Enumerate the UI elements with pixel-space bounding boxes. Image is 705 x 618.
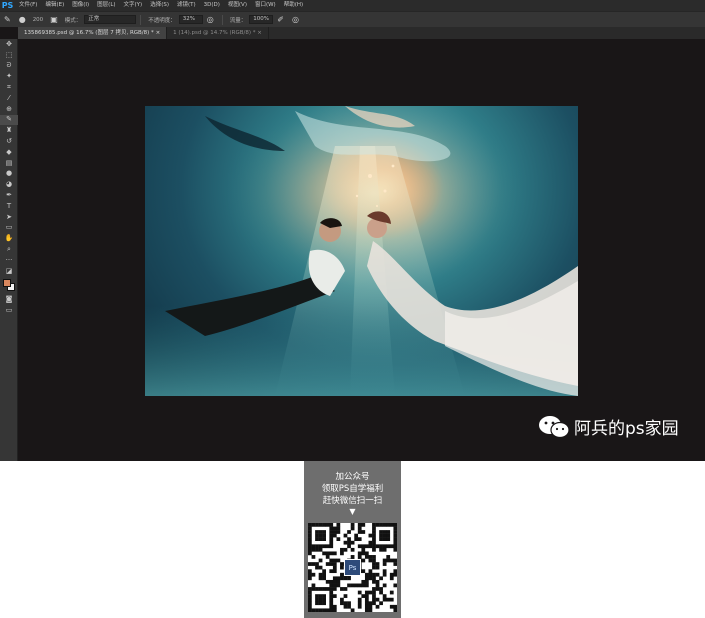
promo-line-3: 赶快微信扫一扫 — [322, 496, 383, 506]
shape-tool-icon[interactable]: ▭ — [0, 223, 18, 234]
separator — [221, 14, 223, 25]
history-brush-tool-icon[interactable]: ↺ — [0, 136, 18, 147]
wechat-icon — [538, 415, 570, 439]
pen-tool-icon[interactable]: ✒ — [0, 190, 18, 201]
default-colors-icon[interactable]: ◪ — [0, 266, 18, 277]
more-tools-icon[interactable]: ··· — [0, 255, 18, 266]
separator — [140, 14, 142, 25]
magic-wand-tool-icon[interactable]: ✦ — [0, 71, 18, 82]
menu-view[interactable]: 视图(V) — [224, 0, 251, 11]
menu-type[interactable]: 文字(Y) — [120, 0, 147, 11]
flow-field[interactable]: 100% — [249, 15, 274, 24]
opacity-label: 不透明度： — [148, 17, 176, 24]
tab-label: 135869385.psd @ 16.7% (图层 7 拷贝, RGB/8) * — [24, 30, 154, 36]
mode-select[interactable]: 正常 — [84, 15, 137, 24]
brush-preset-icon[interactable]: ● — [15, 12, 30, 28]
menu-image[interactable]: 图像(I) — [68, 0, 93, 11]
menu-layer[interactable]: 图层(L) — [93, 0, 119, 11]
blur-tool-icon[interactable]: ● — [0, 169, 18, 180]
gradient-tool-icon[interactable]: ▤ — [0, 158, 18, 169]
watermark: 阿兵的ps家园 — [538, 414, 679, 439]
down-arrow-icon: ▼ — [349, 507, 356, 516]
menu-file[interactable]: 文件(F) — [15, 0, 41, 11]
promo-text: 加公众号 领取PS自学福利 赶快微信扫一扫 ▼ — [304, 461, 401, 516]
crop-tool-icon[interactable]: ⌗ — [0, 82, 18, 93]
opacity-field[interactable]: 32% — [178, 15, 203, 24]
app: PS 文件(F) 编辑(E) 图像(I) 图层(L) 文字(Y) 选择(S) 滤… — [0, 0, 705, 618]
zoom-tool-icon[interactable]: ⌕ — [0, 244, 18, 255]
brush-size-value: 200 — [32, 16, 44, 23]
brush-panel-icon[interactable]: ▣ — [46, 12, 62, 28]
tab-label: 1 (14).psd @ 14.7% (RGB/8) * — [173, 30, 256, 36]
brush-tool-icon[interactable]: ✎ — [0, 12, 15, 28]
promo-line-1: 加公众号 — [335, 472, 370, 482]
lasso-tool-icon[interactable]: ᘐ — [0, 61, 18, 72]
tab-document-2[interactable]: 1 (14).psd @ 14.7% (RGB/8) * × — [167, 27, 269, 39]
options-bar: ✎ ● 200 ▣ 模式： 正常 不透明度： 32% ◎ 流量： 100% ✐ … — [0, 11, 705, 27]
pressure-size-icon[interactable]: ◎ — [288, 12, 303, 28]
mode-label: 模式： — [64, 17, 82, 24]
tab-document-1[interactable]: 135869385.psd @ 16.7% (图层 7 拷贝, RGB/8) *… — [18, 27, 168, 39]
pressure-opacity-icon[interactable]: ◎ — [203, 12, 218, 28]
menu-help[interactable]: 帮助(H) — [280, 0, 307, 11]
eraser-tool-icon[interactable]: ◆ — [0, 147, 18, 158]
ps-logo-icon: Ps — [344, 559, 361, 576]
move-tool-icon[interactable]: ✥ — [0, 39, 18, 50]
underwater-couple-photo — [145, 106, 578, 396]
close-icon[interactable]: × — [156, 30, 161, 36]
marquee-tool-icon[interactable]: ⬚ — [0, 50, 18, 61]
airbrush-icon[interactable]: ✐ — [273, 12, 288, 28]
brush-tool-icon[interactable]: ✎ — [0, 114, 18, 126]
flow-label: 流量： — [229, 17, 247, 24]
ps-logo-icon: PS — [1, 1, 14, 10]
document-tabs: 135869385.psd @ 16.7% (图层 7 拷贝, RGB/8) *… — [18, 27, 705, 39]
healing-brush-tool-icon[interactable]: ⊕ — [0, 104, 18, 115]
menu-filter[interactable]: 滤镜(T) — [173, 0, 200, 11]
dodge-tool-icon[interactable]: ◕ — [0, 179, 18, 190]
watermark-text: 阿兵的ps家园 — [574, 419, 679, 439]
photoshop-window: PS 文件(F) 编辑(E) 图像(I) 图层(L) 文字(Y) 选择(S) 滤… — [0, 0, 705, 461]
eyedropper-tool-icon[interactable]: ⁄ — [0, 93, 18, 104]
close-icon[interactable]: × — [257, 30, 262, 36]
hand-tool-icon[interactable]: ✋ — [0, 233, 18, 244]
qr-code[interactable]: Ps — [308, 523, 398, 613]
tools-panel: ✥ ⬚ ᘐ ✦ ⌗ ⁄ ⊕ ✎ ♜ ↺ ◆ ▤ ● ◕ ✒ T ➤ ▭ ✋ ⌕ … — [0, 39, 18, 461]
clone-stamp-tool-icon[interactable]: ♜ — [0, 125, 18, 136]
path-selection-tool-icon[interactable]: ➤ — [0, 212, 18, 223]
screen-mode-icon[interactable]: ▭ — [0, 305, 18, 316]
menu-select[interactable]: 选择(S) — [146, 0, 173, 11]
foreground-color-swatch[interactable] — [3, 278, 11, 287]
menu-bar: PS 文件(F) 编辑(E) 图像(I) 图层(L) 文字(Y) 选择(S) 滤… — [0, 0, 705, 11]
quick-mask-icon[interactable]: ◙ — [0, 295, 18, 306]
menu-3d[interactable]: 3D(D) — [200, 0, 224, 11]
type-tool-icon[interactable]: T — [0, 201, 18, 212]
qr-promo-panel: 加公众号 领取PS自学福利 赶快微信扫一扫 ▼ Ps — [304, 461, 401, 618]
menu-window[interactable]: 窗口(W) — [251, 0, 280, 11]
menu-edit[interactable]: 编辑(E) — [41, 0, 68, 11]
promo-line-2: 领取PS自学福利 — [321, 484, 384, 494]
document-image[interactable] — [145, 106, 578, 396]
color-swatches[interactable] — [0, 277, 18, 295]
